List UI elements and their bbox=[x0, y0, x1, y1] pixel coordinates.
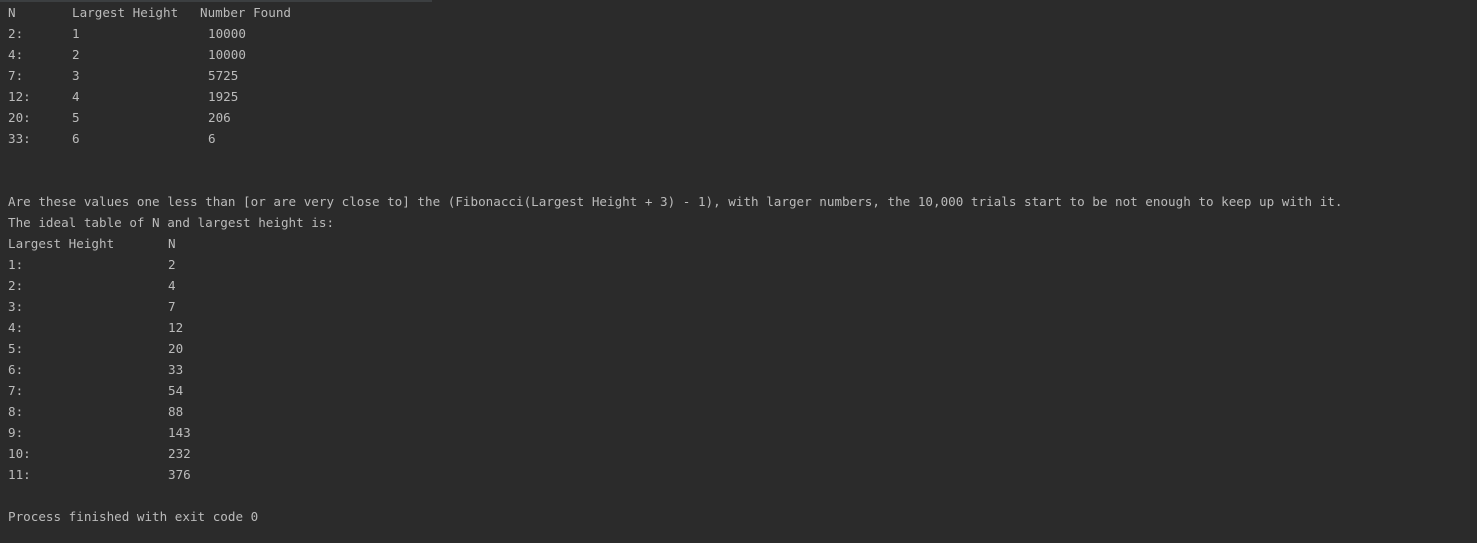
process-exit-message: Process finished with exit code 0 bbox=[8, 509, 259, 524]
table1-height-value: 1 bbox=[72, 26, 80, 41]
table1-height-value: 2 bbox=[72, 47, 80, 62]
table2-row: 10: 232 bbox=[8, 443, 1477, 464]
table2-n-value: 12 bbox=[168, 320, 184, 335]
table1-count-value: 5725 bbox=[208, 68, 239, 83]
table2-height-value: 8: bbox=[8, 404, 24, 419]
table2-height-value: 2: bbox=[8, 278, 24, 293]
table1-row: 4: 2 10000 bbox=[8, 44, 1477, 65]
table1-n-value: 20: bbox=[8, 110, 31, 125]
table1-n-value: 33: bbox=[8, 131, 31, 146]
table2-n-value: 33 bbox=[168, 362, 184, 377]
table2-n-value: 7 bbox=[168, 299, 176, 314]
table2-height-value: 4: bbox=[8, 320, 24, 335]
table1-count-value: 6 bbox=[208, 131, 216, 146]
ideal-table-intro-line: The ideal table of N and largest height … bbox=[8, 215, 335, 230]
table2-n-value: 2 bbox=[168, 257, 176, 272]
table2-row: 3: 7 bbox=[8, 296, 1477, 317]
table2-row: 8: 88 bbox=[8, 401, 1477, 422]
table1-n-value: 4: bbox=[8, 47, 24, 62]
table1-n-value: 12: bbox=[8, 89, 31, 104]
table2-n-value: 232 bbox=[168, 446, 191, 461]
table1-row: 33: 6 6 bbox=[8, 128, 1477, 149]
table2-row: 6: 33 bbox=[8, 359, 1477, 380]
table1-height-value: 4 bbox=[72, 89, 80, 104]
table1-row: 2: 1 10000 bbox=[8, 23, 1477, 44]
table1-height-value: 5 bbox=[72, 110, 80, 125]
table2-n-value: 4 bbox=[168, 278, 176, 293]
console-text: N Largest Height Number Found 2: 1 10000… bbox=[8, 2, 1477, 527]
table1-count-value: 10000 bbox=[208, 26, 246, 41]
table2-height-value: 1: bbox=[8, 257, 24, 272]
table2-n-value: 376 bbox=[168, 467, 191, 482]
table1-row: 20: 5 206 bbox=[8, 107, 1477, 128]
table1-count-value: 10000 bbox=[208, 47, 246, 62]
table2-row: 11: 376 bbox=[8, 464, 1477, 485]
table2-height-value: 3: bbox=[8, 299, 24, 314]
table2-row: 9: 143 bbox=[8, 422, 1477, 443]
table2-n-value: 88 bbox=[168, 404, 184, 419]
run-console-output[interactable]: N Largest Height Number Found 2: 1 10000… bbox=[0, 0, 1477, 543]
table1-header-largest-height: Largest Height bbox=[72, 5, 179, 20]
table1-count-value: 206 bbox=[208, 110, 231, 125]
table1-n-value: 2: bbox=[8, 26, 24, 41]
table1-header-n: N bbox=[8, 5, 16, 20]
table2-height-value: 5: bbox=[8, 341, 24, 356]
table2-row: 5: 20 bbox=[8, 338, 1477, 359]
table2-height-value: 11: bbox=[8, 467, 31, 482]
table1-header-number-found: Number Found bbox=[200, 5, 291, 20]
table1-count-value: 1925 bbox=[208, 89, 239, 104]
table1-height-value: 6 bbox=[72, 131, 80, 146]
table2-row: 4: 12 bbox=[8, 317, 1477, 338]
table1-row: 12: 4 1925 bbox=[8, 86, 1477, 107]
table2-n-value: 143 bbox=[168, 425, 191, 440]
table2-n-value: 20 bbox=[168, 341, 184, 356]
table1-header-row: N Largest Height Number Found bbox=[8, 2, 1477, 23]
table2-header-row: Largest Height N bbox=[8, 233, 1477, 254]
table1-row: 7: 3 5725 bbox=[8, 65, 1477, 86]
table1-n-value: 7: bbox=[8, 68, 24, 83]
table2-header-largest-height: Largest Height bbox=[8, 236, 115, 251]
table2-n-value: 54 bbox=[168, 383, 184, 398]
table1-height-value: 3 bbox=[72, 68, 80, 83]
table2-row: 2: 4 bbox=[8, 275, 1477, 296]
table2-height-value: 6: bbox=[8, 362, 24, 377]
table2-header-n: N bbox=[168, 236, 176, 251]
fibonacci-note-line: Are these values one less than [or are v… bbox=[8, 194, 1343, 209]
table2-height-value: 9: bbox=[8, 425, 24, 440]
table2-height-value: 10: bbox=[8, 446, 31, 461]
table2-height-value: 7: bbox=[8, 383, 24, 398]
table2-row: 7: 54 bbox=[8, 380, 1477, 401]
table2-row: 1: 2 bbox=[8, 254, 1477, 275]
